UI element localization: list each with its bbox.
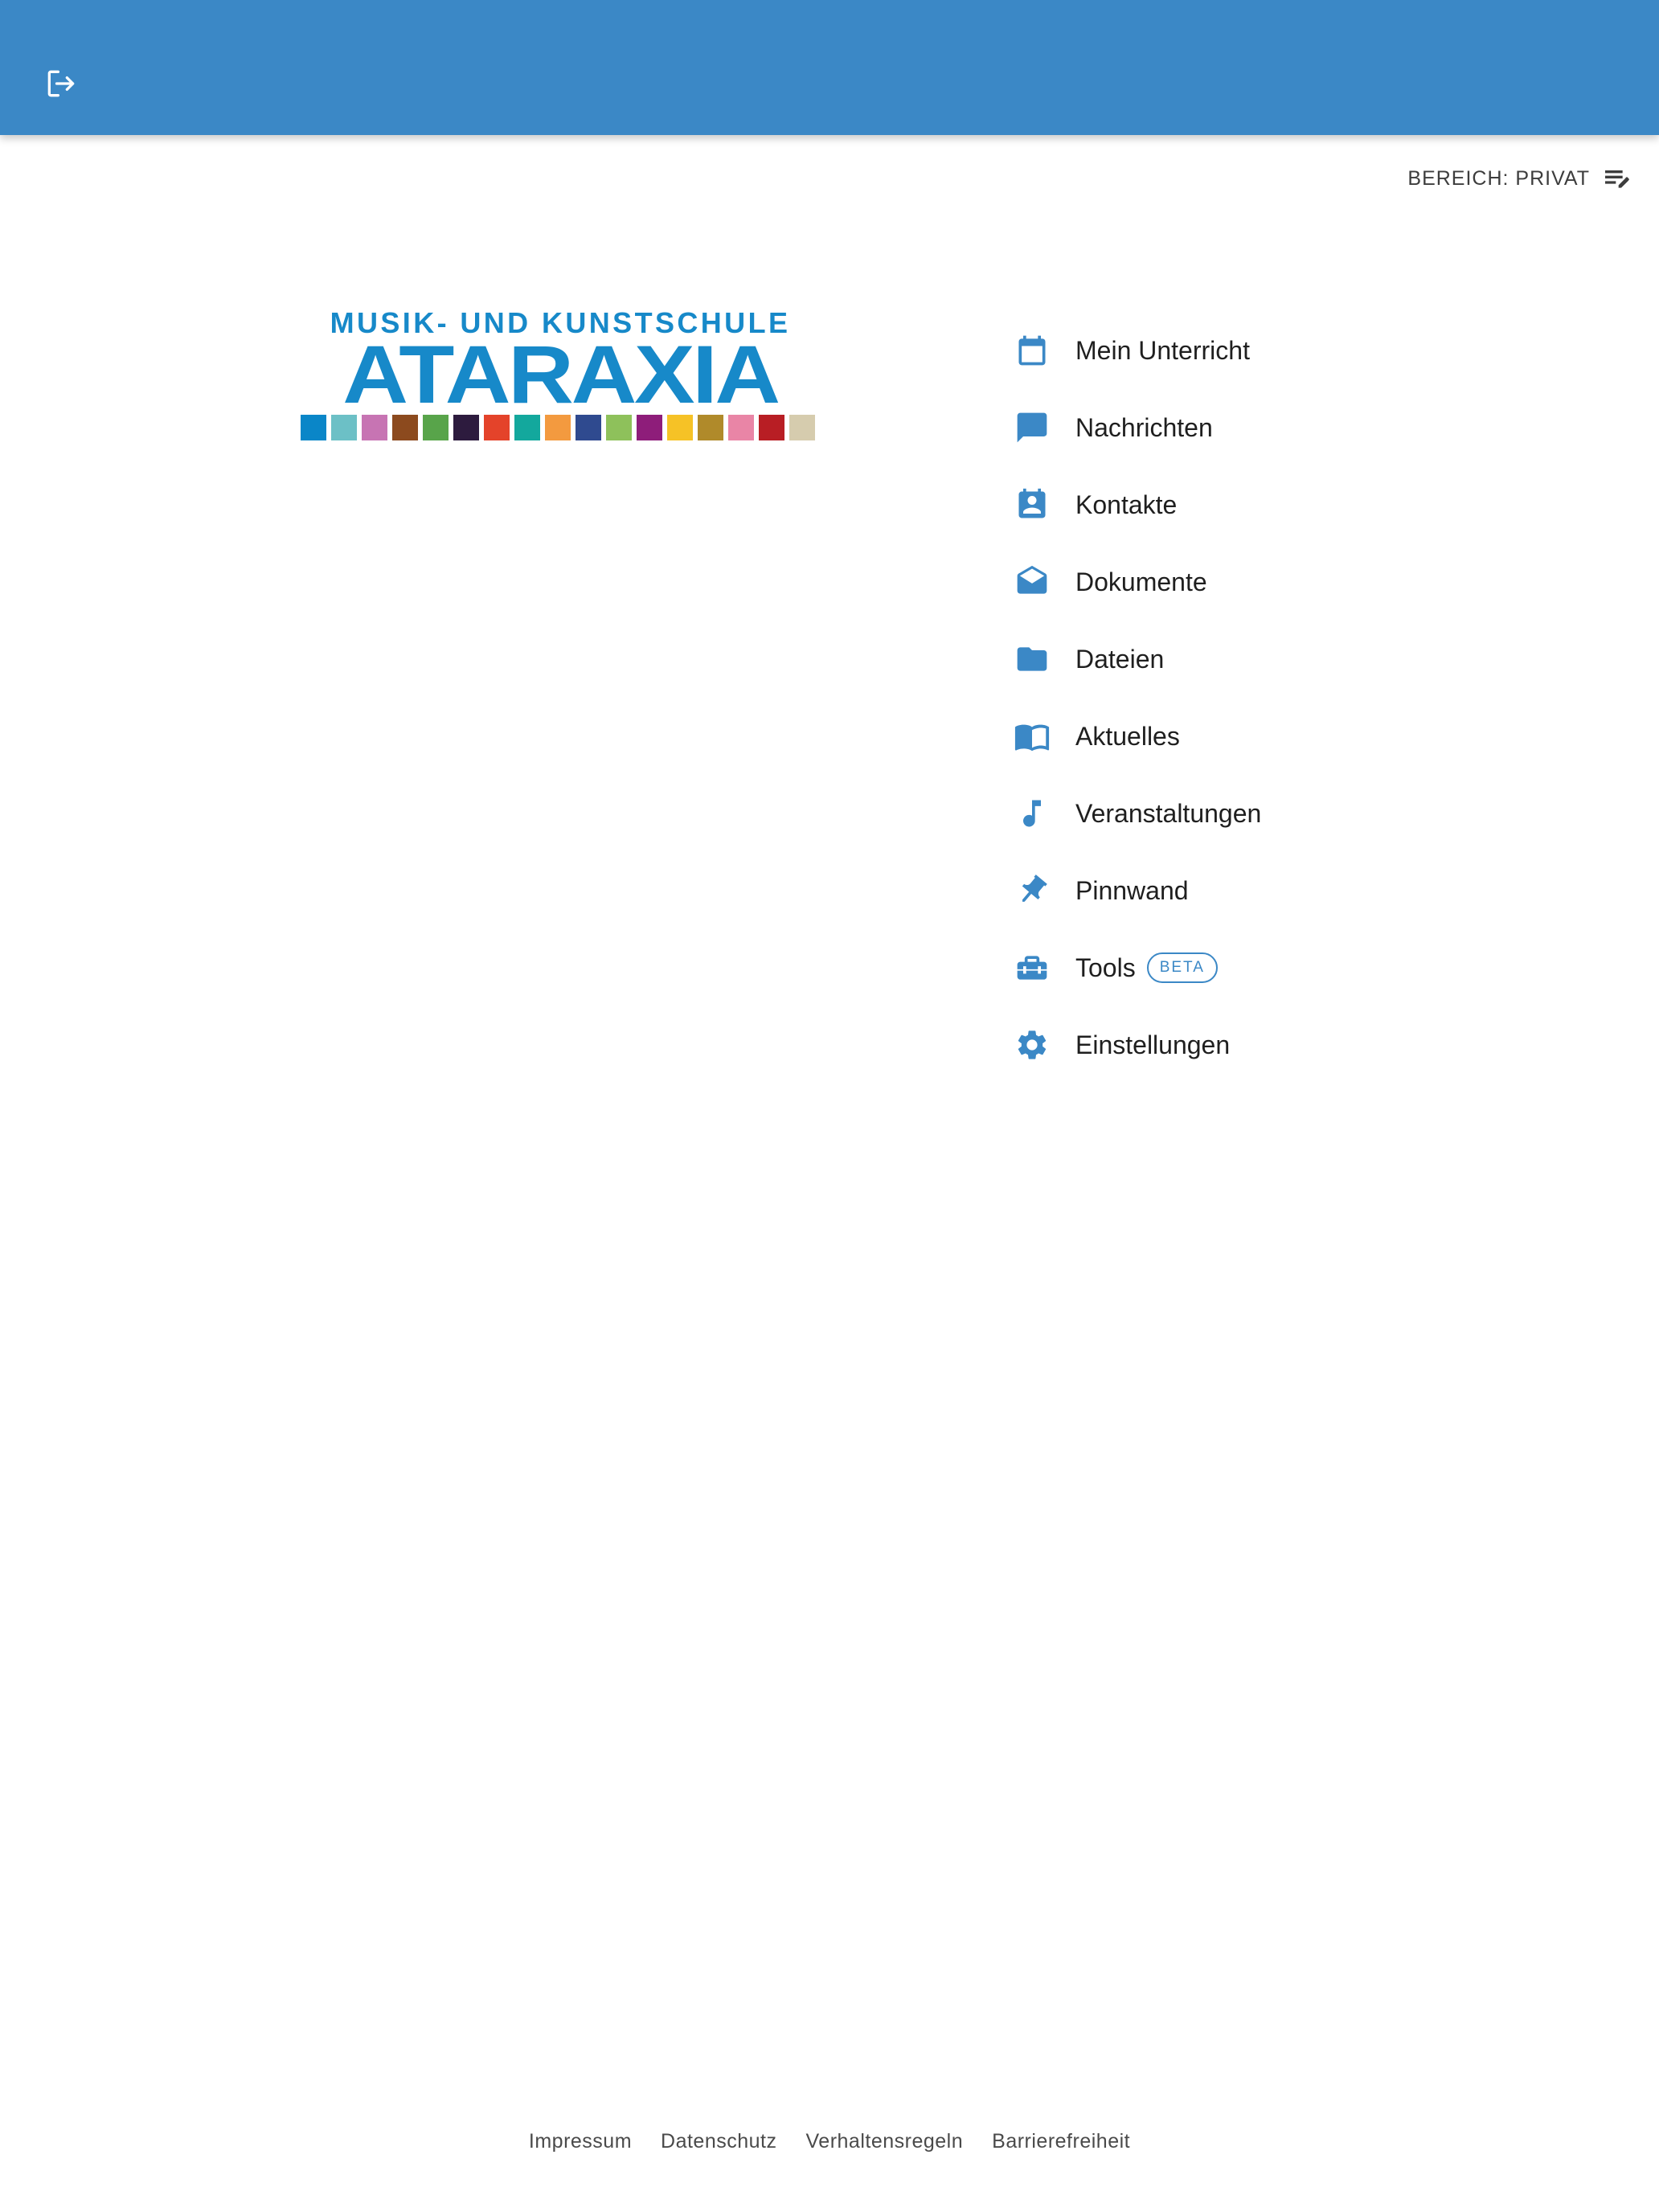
logo-color-square (301, 415, 326, 440)
pin-icon (1010, 868, 1055, 913)
folder-icon (1010, 637, 1055, 682)
logo-color-square (514, 415, 540, 440)
logo-color-square (789, 415, 815, 440)
menu-item-label: Tools (1075, 952, 1136, 982)
beta-badge: BETA (1146, 952, 1218, 983)
menu-item-pinnwand[interactable]: Pinnwand (1010, 852, 1524, 929)
logout-icon (47, 70, 75, 97)
scope-selector[interactable]: BEREICH: PRIVAT (1407, 161, 1633, 196)
menu-item-einstellungen[interactable]: Einstellungen (1010, 1006, 1524, 1083)
scope-label: BEREICH: PRIVAT (1407, 166, 1590, 190)
footer-link-impressum[interactable]: Impressum (529, 2130, 632, 2153)
logo-color-square (759, 415, 784, 440)
menu-item-label: Dokumente (1075, 567, 1207, 596)
footer-links: Impressum Datenschutz Verhaltensregeln B… (0, 2130, 1659, 2153)
logo-color-square (423, 415, 449, 440)
footer-link-barrierefreiheit[interactable]: Barrierefreiheit (992, 2130, 1130, 2153)
logo-color-square (392, 415, 418, 440)
music-note-icon (1010, 791, 1055, 836)
logout-button[interactable] (42, 64, 80, 103)
logo-color-squares (301, 415, 815, 440)
menu-item-label: Aktuelles (1075, 721, 1180, 751)
envelope-open-icon (1010, 559, 1055, 604)
logo-color-square (576, 415, 601, 440)
logo-color-square (331, 415, 357, 440)
menu-item-mein-unterricht[interactable]: Mein Unterricht (1010, 312, 1524, 389)
menu-item-aktuelles[interactable]: Aktuelles (1010, 698, 1524, 775)
edit-list-icon (1605, 170, 1629, 188)
menu-item-label: Pinnwand (1075, 875, 1189, 905)
logo-color-square (545, 415, 571, 440)
menu-item-label: Dateien (1075, 644, 1165, 674)
menu-item-label: Kontakte (1075, 490, 1178, 519)
toolbox-icon (1010, 945, 1055, 990)
logo-color-square (484, 415, 510, 440)
footer-link-datenschutz[interactable]: Datenschutz (661, 2130, 776, 2153)
logo-color-square (362, 415, 387, 440)
menu-item-veranstaltungen[interactable]: Veranstaltungen (1010, 775, 1524, 852)
logo-color-square (637, 415, 662, 440)
logo-color-square (667, 415, 693, 440)
footer-link-verhaltensregeln[interactable]: Verhaltensregeln (806, 2130, 964, 2153)
main-menu: Mein Unterricht Nachrichten Kontakte Dok… (1010, 312, 1524, 1083)
menu-item-label: Veranstaltungen (1075, 798, 1262, 828)
chat-icon (1010, 405, 1055, 450)
menu-item-label: Mein Unterricht (1075, 335, 1250, 365)
calendar-icon (1010, 328, 1055, 373)
book-icon (1010, 714, 1055, 759)
menu-item-tools[interactable]: Tools BETA (1010, 929, 1524, 1006)
gear-icon (1010, 1022, 1055, 1067)
logo-color-square (453, 415, 479, 440)
app-bar (0, 0, 1659, 135)
menu-item-label: Einstellungen (1075, 1030, 1231, 1059)
logo-color-square (606, 415, 632, 440)
menu-item-dokumente[interactable]: Dokumente (1010, 543, 1524, 621)
logo-color-square (698, 415, 723, 440)
logo-color-square (728, 415, 754, 440)
logo-title: ATARAXIA (342, 329, 780, 420)
menu-item-label: Nachrichten (1075, 412, 1213, 442)
menu-item-nachrichten[interactable]: Nachrichten (1010, 389, 1524, 466)
school-logo: MUSIK- UND KUNSTSCHULE ATARAXIA (297, 305, 823, 442)
contact-icon (1010, 482, 1055, 527)
menu-item-dateien[interactable]: Dateien (1010, 621, 1524, 698)
menu-item-kontakte[interactable]: Kontakte (1010, 466, 1524, 543)
